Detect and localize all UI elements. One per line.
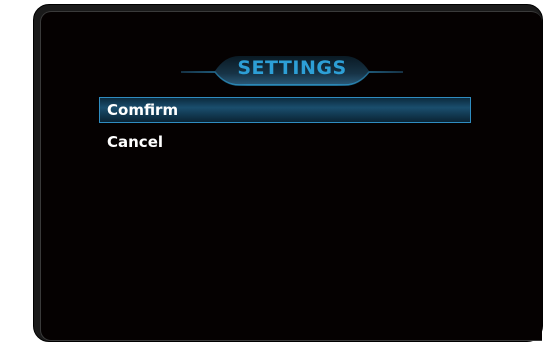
menu-item-cancel[interactable]: Cancel <box>99 129 471 155</box>
settings-menu: Comfirm Cancel <box>99 97 471 155</box>
dialog-title: SETTINGS <box>237 57 347 79</box>
menu-item-confirm[interactable]: Comfirm <box>99 97 471 123</box>
title-banner: SETTINGS <box>181 52 403 86</box>
dialog-frame: SETTINGS Comfirm Cancel <box>33 4 543 342</box>
dialog-screen: SETTINGS Comfirm Cancel <box>40 11 542 341</box>
